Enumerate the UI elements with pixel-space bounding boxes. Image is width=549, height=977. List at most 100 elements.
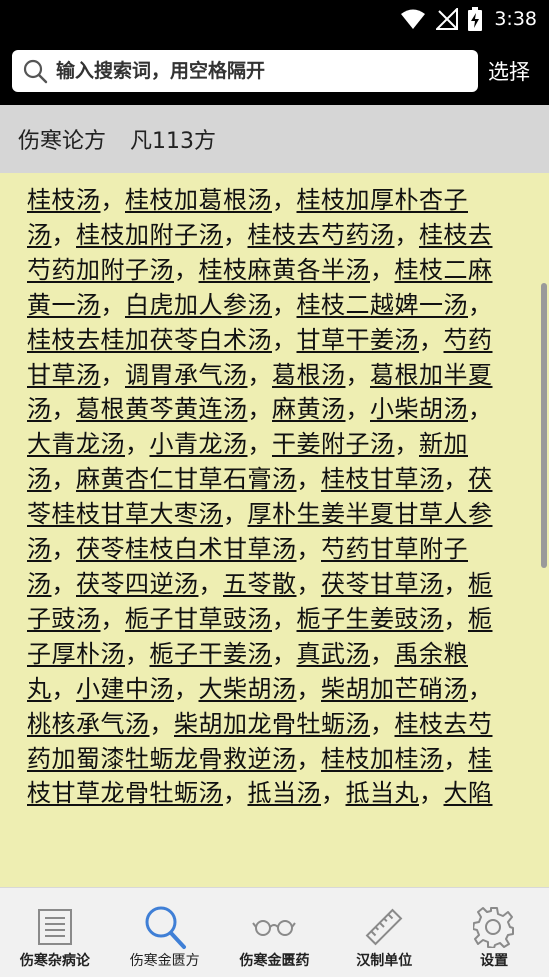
separator: ， — [321, 779, 346, 808]
formula-link[interactable]: 桂枝去桂加茯苓白术汤 — [27, 326, 272, 354]
separator: ， — [272, 186, 297, 214]
status-bar: 3:38 — [0, 0, 549, 38]
formula-links: 桂枝汤，桂枝加葛根汤，桂枝加厚朴杏子汤，桂枝加附子汤，桂枝去芍药汤，桂枝去芍药加… — [27, 183, 499, 811]
formula-link[interactable]: 栀子生姜豉汤 — [297, 605, 444, 633]
section-header: 伤寒论方 凡113方 — [0, 105, 549, 173]
formula-link[interactable]: 大陷 — [444, 779, 493, 807]
separator: ， — [100, 186, 125, 214]
separator: ， — [468, 674, 493, 703]
formula-link[interactable]: 桂枝二越婢一汤 — [297, 291, 469, 319]
section-title: 伤寒论方 — [18, 129, 107, 154]
formula-link[interactable]: 栀子干姜汤 — [150, 640, 273, 668]
nav-item-shanghan-zabinglun[interactable]: 伤寒杂病论 — [0, 888, 110, 977]
formula-link[interactable]: 小青龙汤 — [150, 430, 248, 458]
search-bar: 选择 — [0, 38, 549, 105]
formula-link[interactable]: 小柴胡汤 — [370, 395, 468, 423]
formula-link[interactable]: 桂枝加葛根汤 — [125, 186, 272, 214]
separator: ， — [51, 674, 76, 703]
nav-item-settings[interactable]: 设置 — [439, 888, 549, 977]
separator: ， — [296, 674, 321, 703]
separator: ， — [419, 325, 444, 354]
separator: ， — [247, 360, 272, 389]
separator: ， — [468, 290, 493, 319]
gear-icon — [471, 904, 517, 950]
formula-link[interactable]: 茯苓甘草汤 — [321, 570, 444, 598]
nav-label: 伤寒杂病论 — [19, 953, 90, 969]
formula-link[interactable]: 葛根汤 — [272, 361, 346, 389]
bottom-nav: 伤寒杂病论 伤寒金匮方 伤寒金匮药 汉制单位 设置 — [0, 887, 549, 977]
nav-item-hanzhi-danwei[interactable]: 汉制单位 — [329, 888, 439, 977]
glasses-icon — [251, 904, 297, 950]
separator: ， — [51, 569, 76, 598]
separator: ， — [51, 395, 76, 424]
formula-link[interactable]: 桂枝加桂汤 — [321, 745, 444, 773]
scrollbar[interactable] — [541, 283, 547, 568]
formula-link[interactable]: 桂枝甘草汤 — [321, 465, 444, 493]
formula-link[interactable]: 真武汤 — [297, 640, 371, 668]
formula-link[interactable]: 抵当汤 — [248, 779, 322, 807]
separator: ， — [345, 395, 370, 424]
separator: ， — [443, 604, 468, 633]
separator: ， — [174, 674, 199, 703]
separator: ， — [174, 255, 199, 284]
formula-link[interactable]: 桃核承气汤 — [27, 710, 150, 738]
nav-label: 伤寒金匮方 — [129, 953, 200, 969]
no-signal-icon — [436, 8, 459, 30]
formula-link[interactable]: 柴胡加芒硝汤 — [321, 675, 468, 703]
select-button[interactable]: 选择 — [488, 56, 530, 86]
ruler-icon — [361, 904, 407, 950]
formula-link[interactable]: 桂枝汤 — [27, 186, 101, 214]
separator: ， — [198, 569, 223, 598]
nav-item-shanghan-jinkui-yao[interactable]: 伤寒金匮药 — [220, 888, 330, 977]
formula-link[interactable]: 五苓散 — [223, 570, 297, 598]
section-count: 凡113方 — [130, 129, 217, 154]
separator: ， — [272, 639, 297, 668]
separator: ， — [370, 639, 395, 668]
separator: ， — [149, 709, 174, 738]
separator: ， — [51, 220, 76, 249]
separator: ， — [468, 395, 493, 424]
formula-link[interactable]: 桂枝加附子汤 — [76, 221, 223, 249]
separator: ， — [100, 604, 125, 633]
separator: ， — [370, 709, 395, 738]
separator: ， — [370, 255, 395, 284]
wifi-icon — [401, 9, 426, 29]
separator: ， — [443, 465, 468, 494]
formula-link[interactable]: 白虎加人参汤 — [125, 291, 272, 319]
separator: ， — [247, 395, 272, 424]
separator: ， — [394, 220, 419, 249]
nav-label: 设置 — [480, 953, 509, 969]
formula-link[interactable]: 甘草干姜汤 — [297, 326, 420, 354]
formula-link[interactable]: 大柴胡汤 — [199, 675, 297, 703]
separator: ， — [223, 500, 248, 529]
nav-label: 伤寒金匮药 — [239, 953, 310, 969]
separator: ， — [443, 744, 468, 773]
separator: ， — [51, 465, 76, 494]
separator: ， — [272, 325, 297, 354]
formula-link[interactable]: 柴胡加龙骨牡蛎汤 — [174, 710, 370, 738]
search-box[interactable] — [12, 50, 478, 92]
separator: ， — [125, 639, 150, 668]
formula-link[interactable]: 桂枝去芍药汤 — [248, 221, 395, 249]
battery-charging-icon — [468, 7, 483, 31]
search-input[interactable] — [56, 56, 466, 86]
formula-link[interactable]: 抵当丸 — [346, 779, 420, 807]
formula-link[interactable]: 茯苓四逆汤 — [76, 570, 199, 598]
formula-link[interactable]: 小建中汤 — [76, 675, 174, 703]
separator: ， — [345, 360, 370, 389]
formula-link[interactable]: 葛根黄芩黄连汤 — [76, 395, 248, 423]
formula-link[interactable]: 桂枝麻黄各半汤 — [199, 256, 371, 284]
formula-link[interactable]: 大青龙汤 — [27, 430, 125, 458]
formula-link[interactable]: 麻黄杏仁甘草石膏汤 — [76, 465, 297, 493]
separator: ， — [51, 535, 76, 564]
formula-link[interactable]: 麻黄汤 — [272, 395, 346, 423]
formula-link[interactable]: 栀子甘草豉汤 — [125, 605, 272, 633]
separator: ， — [125, 430, 150, 459]
separator: ， — [296, 465, 321, 494]
separator: ， — [223, 220, 248, 249]
separator: ， — [296, 569, 321, 598]
formula-link[interactable]: 调胃承气汤 — [125, 361, 248, 389]
formula-link[interactable]: 茯苓桂枝白术甘草汤 — [76, 535, 297, 563]
nav-item-shanghan-jinkui-fang[interactable]: 伤寒金匮方 — [110, 888, 220, 977]
formula-link[interactable]: 干姜附子汤 — [272, 430, 395, 458]
